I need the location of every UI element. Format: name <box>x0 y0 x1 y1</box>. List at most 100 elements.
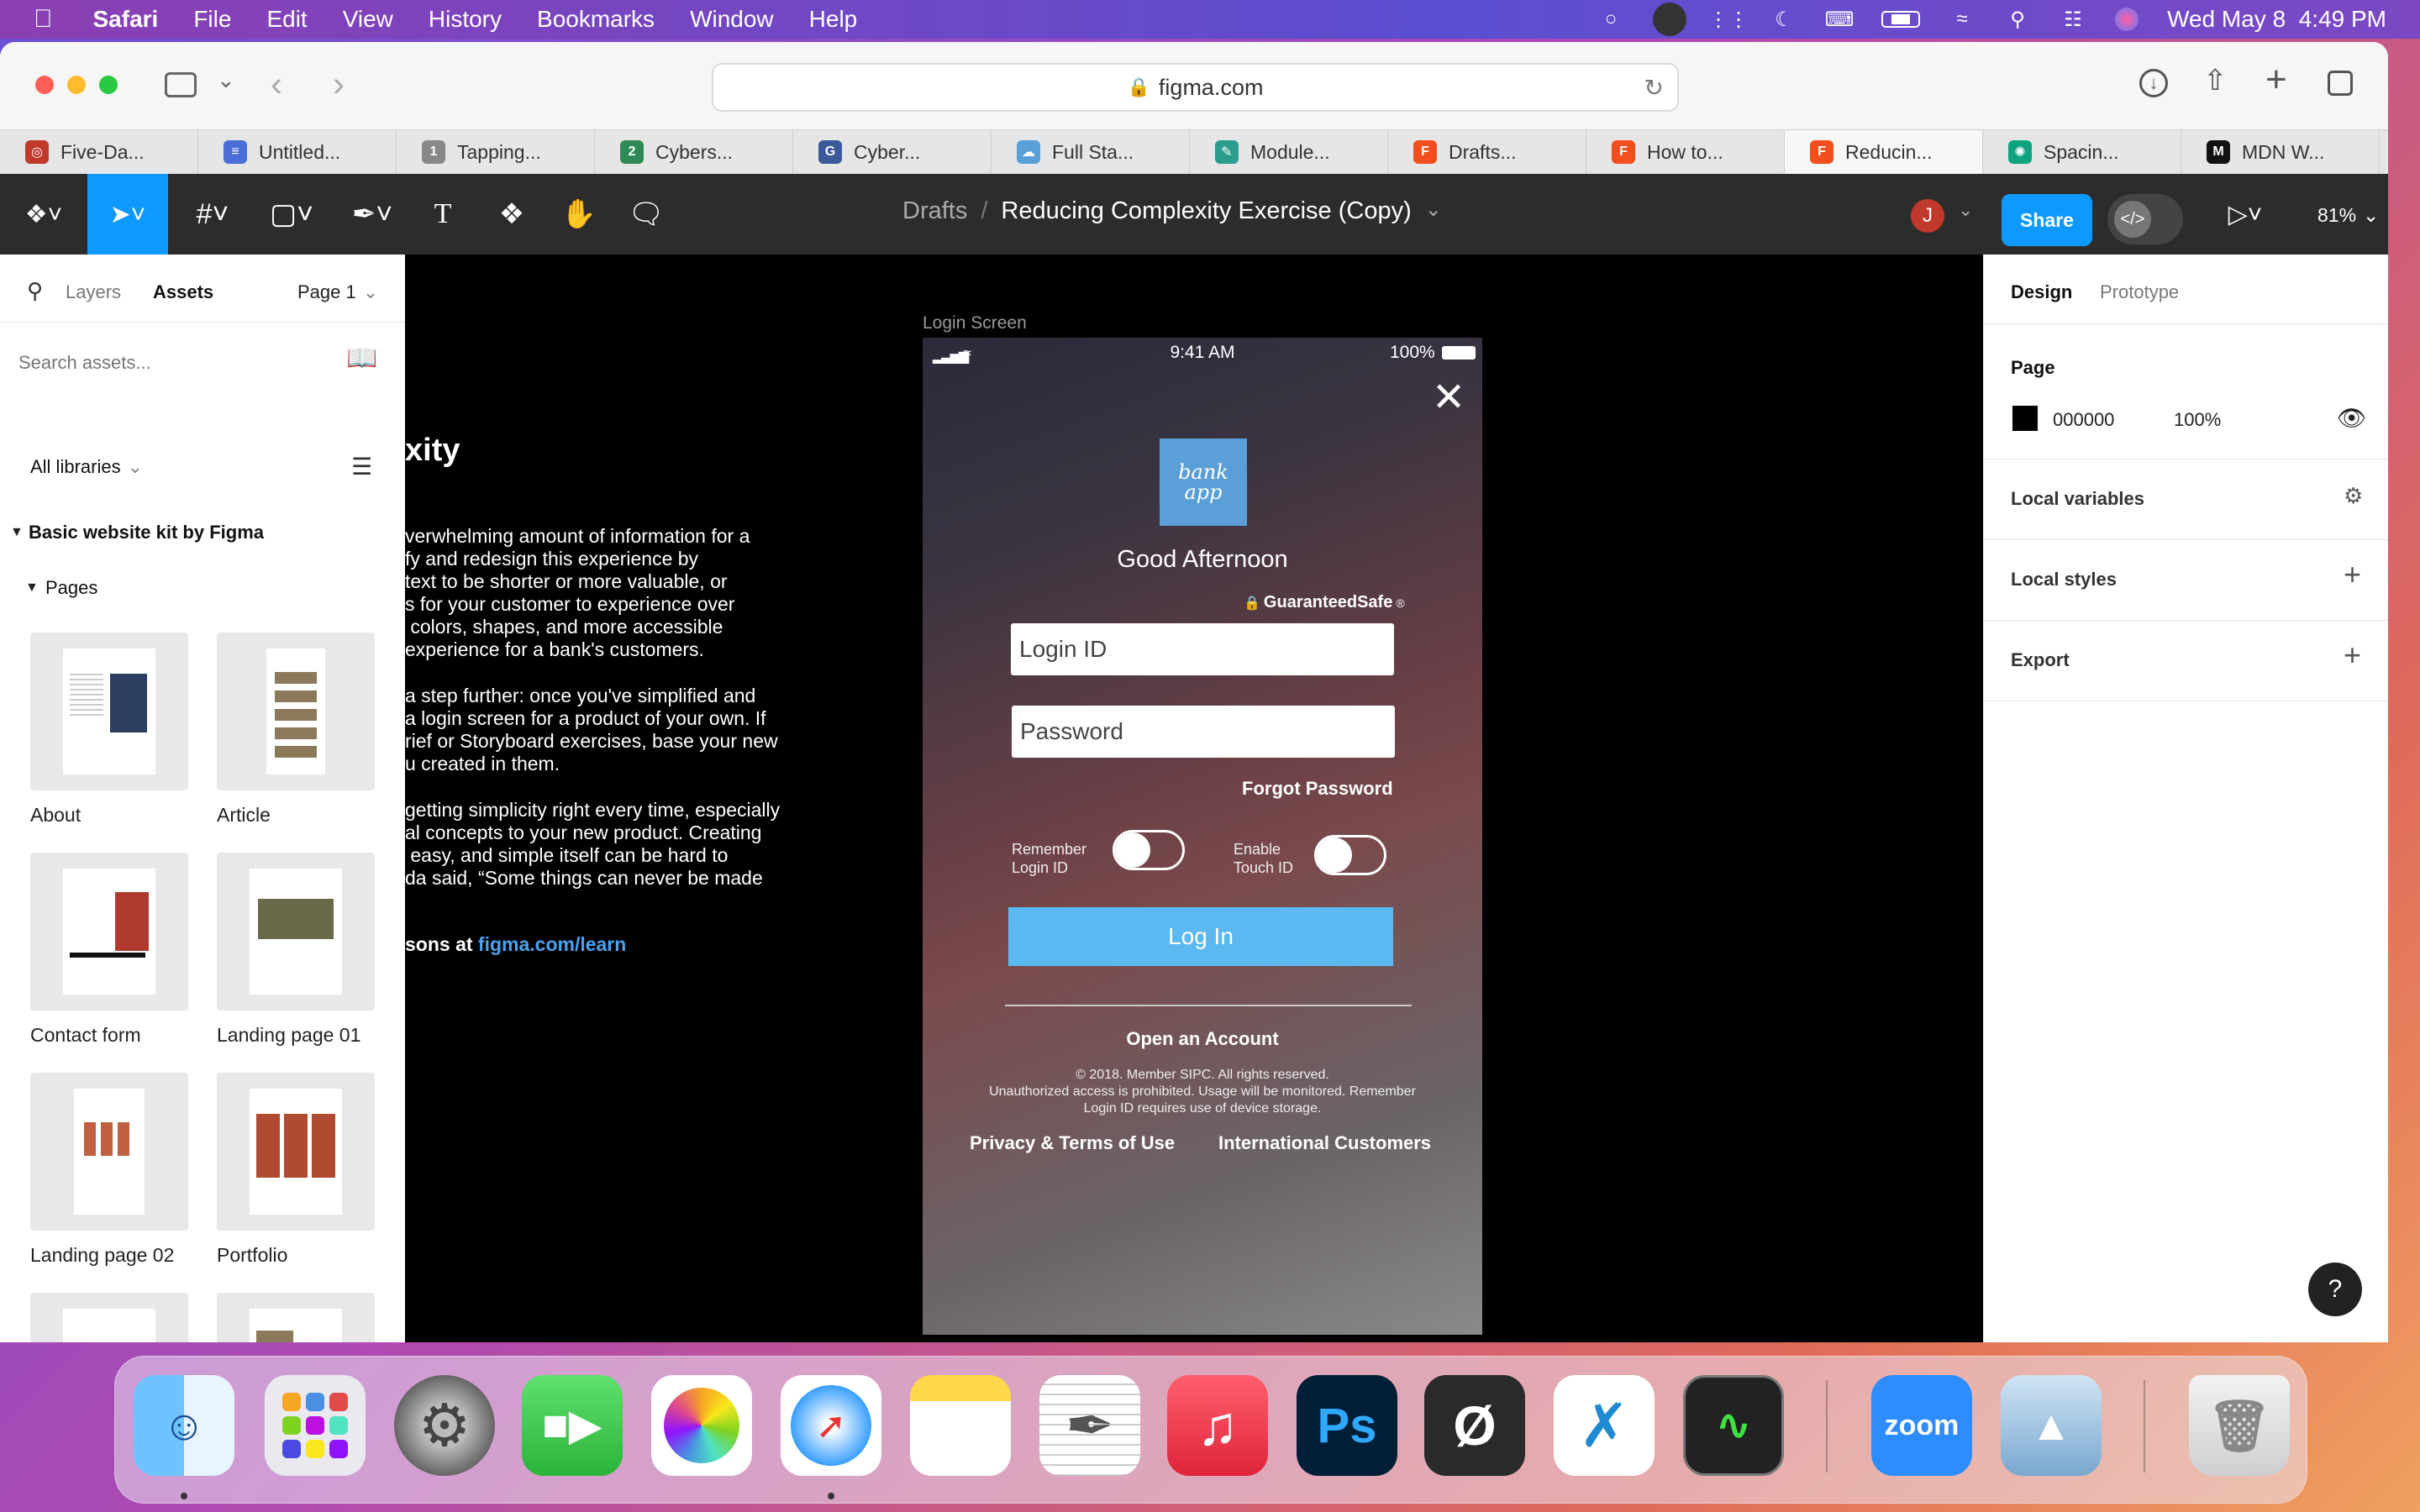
search-icon[interactable]: ⚲ <box>27 278 43 304</box>
browser-tab[interactable]: ✺ Spacin... <box>1983 130 2181 174</box>
add-style-icon[interactable]: + <box>2344 557 2361 592</box>
components-tool-icon[interactable]: ❖ <box>491 174 533 255</box>
figma-learn-link[interactable]: figma.com/learn <box>478 933 626 955</box>
forgot-password-link[interactable]: Forgot Password <box>1242 778 1393 800</box>
eye-icon[interactable]: 👁 <box>2337 404 2367 432</box>
reload-icon[interactable]: ↻ <box>1644 74 1664 102</box>
finder-icon[interactable]: ☺ <box>134 1375 234 1476</box>
touch-id-toggle[interactable] <box>1314 835 1386 875</box>
downloads-icon[interactable]: ↓ <box>2139 69 2168 97</box>
comment-tool-icon[interactable]: 🗨 <box>625 174 667 255</box>
pen-tool-icon[interactable]: ✒˅ <box>343 174 402 255</box>
moon-icon[interactable]: ☾ <box>1770 8 1797 31</box>
menu-edit[interactable]: Edit <box>266 6 307 33</box>
trash-icon[interactable]: 🗑 <box>2189 1375 2290 1476</box>
page-thumbnail-product[interactable] <box>217 1293 375 1342</box>
caret-down-icon[interactable]: ▼ <box>25 580 39 596</box>
page-thumbnail-about[interactable] <box>30 633 188 790</box>
tab-prototype[interactable]: Prototype <box>2100 281 2179 303</box>
login-id-field[interactable]: Login ID <box>1011 623 1394 675</box>
search-assets-input[interactable] <box>17 339 339 387</box>
music-icon[interactable]: ♫ <box>1167 1375 1268 1476</box>
page-color-hex[interactable]: 000000 <box>2053 409 2114 431</box>
tab-design[interactable]: Design <box>2011 281 2072 303</box>
figma-main-menu-icon[interactable]: ❖˅ <box>18 174 69 255</box>
menu-clock[interactable]: Wed May 8 4:49 PM <box>2167 6 2386 33</box>
help-button[interactable]: ? <box>2308 1263 2362 1316</box>
address-bar[interactable]: 🔒 figma.com ↻ <box>712 63 1679 112</box>
list-view-icon[interactable]: ☰ <box>351 453 372 480</box>
present-play-icon[interactable]: ▷˅ <box>2218 174 2272 255</box>
zoom-icon[interactable]: zoom <box>1871 1375 1972 1476</box>
zoom-level[interactable]: 81% ⌄ <box>2317 204 2379 227</box>
local-styles-label[interactable]: Local styles <box>2011 569 2117 591</box>
caret-down-icon[interactable]: ▼ <box>10 525 24 540</box>
forward-icon[interactable]: › <box>333 64 345 104</box>
menu-view[interactable]: View <box>343 6 393 33</box>
preview-icon[interactable]: ▲ <box>2001 1375 2102 1476</box>
browser-tab[interactable]: F Reducin... <box>1785 130 1983 174</box>
notes-icon[interactable] <box>910 1375 1011 1476</box>
log-in-button[interactable]: Log In <box>1008 907 1393 966</box>
tab-assets[interactable]: Assets <box>153 281 213 303</box>
browser-tab[interactable]: M MDN W... <box>2181 130 2380 174</box>
battery-icon[interactable] <box>1881 11 1921 28</box>
dev-mode-toggle[interactable]: </> <box>2107 194 2183 244</box>
browser-tab[interactable]: F How to... <box>1586 130 1785 174</box>
local-variables-label[interactable]: Local variables <box>2011 488 2144 510</box>
shape-tool-icon[interactable]: ▢˅ <box>262 174 321 255</box>
tab-overview-icon[interactable] <box>2328 71 2353 96</box>
move-tool-button[interactable]: ➤˅ <box>87 174 168 255</box>
airpods-icon[interactable]: ⋮⋮ <box>1708 8 1749 31</box>
minimize-window-button[interactable] <box>67 76 86 94</box>
zoom-window-button[interactable] <box>99 76 118 94</box>
creative-cloud-icon[interactable]: ○ <box>1597 8 1624 30</box>
international-customers-link[interactable]: International Customers <box>1218 1132 1431 1154</box>
chevron-down-icon[interactable]: ⌄ <box>217 67 235 93</box>
open-account-link[interactable]: Open an Account <box>923 1028 1482 1050</box>
facetime-icon[interactable]: ■▶ <box>522 1375 623 1476</box>
login-screen-frame[interactable]: ▂▃▅▆ ≈ 9:41 AM 100% ✕ bank app Good Afte… <box>923 338 1482 1335</box>
apple-icon[interactable]:  <box>34 5 53 34</box>
page-thumbnail-landing-page-02[interactable] <box>30 1073 188 1231</box>
frame-label[interactable]: Login Screen <box>923 313 1027 333</box>
menu-file[interactable]: File <box>193 6 231 33</box>
share-icon[interactable]: ⇧ <box>2203 64 2228 97</box>
libraries-select[interactable]: All libraries ⌄ <box>30 456 143 478</box>
launchpad-icon[interactable] <box>265 1375 366 1476</box>
null-app-icon[interactable]: Ø <box>1424 1375 1525 1476</box>
close-icon[interactable]: ✕ <box>1432 378 1465 418</box>
new-tab-icon[interactable]: + <box>2265 59 2287 101</box>
export-label[interactable]: Export <box>2011 649 2070 671</box>
breadcrumb-parent[interactable]: Drafts <box>902 197 967 225</box>
wifi-icon[interactable]: ≈ <box>1949 8 1975 30</box>
privacy-terms-link[interactable]: Privacy & Terms of Use <box>970 1132 1175 1154</box>
menu-bookmarks[interactable]: Bookmarks <box>537 6 655 33</box>
chevron-down-icon[interactable]: ⌄ <box>1958 199 1973 221</box>
control-center-icon[interactable]: ☷ <box>2060 8 2086 31</box>
siri-icon[interactable] <box>2115 8 2139 31</box>
activity-monitor-icon[interactable]: ∿ <box>1683 1375 1784 1476</box>
browser-tab[interactable]: ◎ Five-Da... <box>0 130 198 174</box>
page-thumbnail-landing-page-01[interactable] <box>217 853 375 1011</box>
menu-history[interactable]: History <box>429 6 502 33</box>
text-tool-icon[interactable]: T <box>422 174 464 255</box>
menu-window[interactable]: Window <box>690 6 774 33</box>
safari-icon[interactable]: ➚ <box>781 1375 881 1476</box>
share-button[interactable]: Share <box>2002 194 2092 246</box>
sidebar-toggle-icon[interactable] <box>165 72 197 97</box>
page-thumbnail-portfolio[interactable] <box>217 1073 375 1231</box>
frame-tool-icon[interactable]: #˅ <box>183 174 242 255</box>
app-status-icon[interactable] <box>1653 3 1687 36</box>
browser-tab[interactable]: 1 Tapping... <box>397 130 595 174</box>
spotlight-search-icon[interactable]: ⚲ <box>2004 8 2031 31</box>
browser-tab[interactable]: F Drafts... <box>1388 130 1586 174</box>
browser-tab[interactable]: 2 Cybers... <box>595 130 793 174</box>
menu-app-name[interactable]: Safari <box>93 6 159 33</box>
menu-help[interactable]: Help <box>809 6 858 33</box>
library-name[interactable]: Basic website kit by Figma <box>29 522 264 543</box>
hand-tool-icon[interactable]: ✋ <box>558 174 600 255</box>
browser-tab[interactable]: ✎ Module... <box>1190 130 1388 174</box>
page-opacity[interactable]: 100% <box>2174 409 2221 431</box>
keyboard-icon[interactable]: ⌨ <box>1825 8 1854 31</box>
